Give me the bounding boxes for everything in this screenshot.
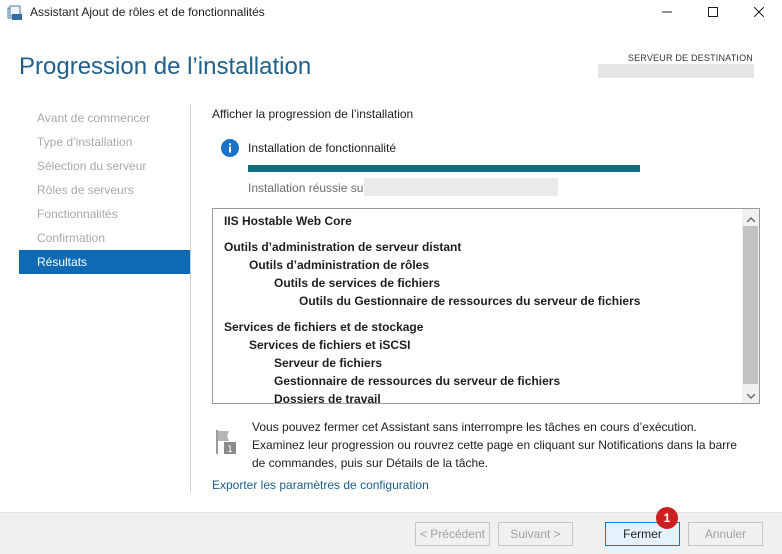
- close-window-button[interactable]: [736, 0, 782, 26]
- feature-item: Serveur de fichiers: [274, 356, 383, 370]
- wizard-steps-nav: Avant de commencer Type d’installation S…: [19, 106, 190, 274]
- close-icon: [753, 6, 765, 20]
- close-wizard-note: Vous pouvez fermer cet Assistant sans in…: [252, 420, 737, 470]
- scroll-down-button[interactable]: [742, 386, 759, 403]
- chevron-up-icon: [746, 211, 755, 225]
- feature-item: IIS Hostable Web Core: [224, 214, 352, 228]
- next-button[interactable]: Suivant >: [498, 522, 573, 546]
- feature-item: Outils d’administration de rôles: [249, 258, 430, 272]
- installation-progress-bar: [248, 165, 640, 172]
- minimize-button[interactable]: [644, 0, 690, 26]
- installation-type-label: Installation de fonctionnalité: [248, 141, 397, 155]
- notification-count: 1: [227, 445, 233, 455]
- cancel-button[interactable]: Annuler: [688, 522, 763, 546]
- step-selection-serveur: Sélection du serveur: [37, 159, 147, 173]
- feature-item: Outils du Gestionnaire de ressources du …: [299, 294, 641, 308]
- step-resultats[interactable]: Résultats: [19, 250, 190, 274]
- info-icon: [221, 139, 239, 157]
- feature-item: Outils d’administration de serveur dista…: [224, 240, 462, 254]
- feature-item: Services de fichiers et de stockage: [224, 320, 424, 334]
- chevron-down-icon: [746, 388, 755, 402]
- minimize-icon: [662, 6, 672, 20]
- feature-item: Dossiers de travail: [274, 392, 381, 403]
- notification-flag-icon: 1: [214, 428, 240, 456]
- sidebar-divider: [190, 104, 191, 492]
- callout-badge: 1: [656, 507, 678, 529]
- step-confirmation: Confirmation: [37, 231, 106, 245]
- installed-features-list[interactable]: IIS Hostable Web Core Outils d’administra…: [212, 208, 760, 404]
- step-fonctionnalites: Fonctionnalités: [37, 207, 118, 221]
- window-title: Assistant Ajout de rôles et de fonctionn…: [30, 5, 265, 19]
- previous-button[interactable]: < Précédent: [415, 522, 490, 546]
- step-roles-serveurs: Rôles de serveurs: [37, 183, 134, 197]
- server-name-redacted: [364, 178, 558, 196]
- server-manager-icon: [7, 5, 23, 21]
- feature-item: Services de fichiers et iSCSI: [249, 338, 411, 352]
- page-title: Progression de l’installation: [19, 53, 312, 80]
- destination-server-label: SERVEUR DE DESTINATION: [627, 53, 753, 63]
- export-configuration-link[interactable]: Exporter les paramètres de configuration: [212, 478, 429, 492]
- progress-fill: [248, 165, 640, 172]
- scroll-thumb[interactable]: [743, 226, 758, 384]
- scroll-up-button[interactable]: [742, 209, 759, 226]
- step-type-installation: Type d’installation: [37, 135, 133, 149]
- progress-heading: Afficher la progression de l’installatio…: [212, 107, 414, 121]
- title-bar: Assistant Ajout de rôles et de fonctionn…: [0, 0, 782, 26]
- vertical-scrollbar[interactable]: [742, 209, 759, 403]
- feature-item: Outils de services de fichiers: [274, 276, 441, 290]
- maximize-icon: [708, 6, 718, 20]
- feature-item: Gestionnaire de ressources du serveur de…: [274, 374, 561, 388]
- destination-server-value-redacted: [598, 64, 754, 78]
- maximize-button[interactable]: [690, 0, 736, 26]
- installation-result-text: Installation réussie sur: [248, 181, 368, 195]
- features-tree: IIS Hostable Web Core Outils d’administra…: [213, 209, 743, 403]
- step-avant-de-commencer: Avant de commencer: [37, 111, 151, 125]
